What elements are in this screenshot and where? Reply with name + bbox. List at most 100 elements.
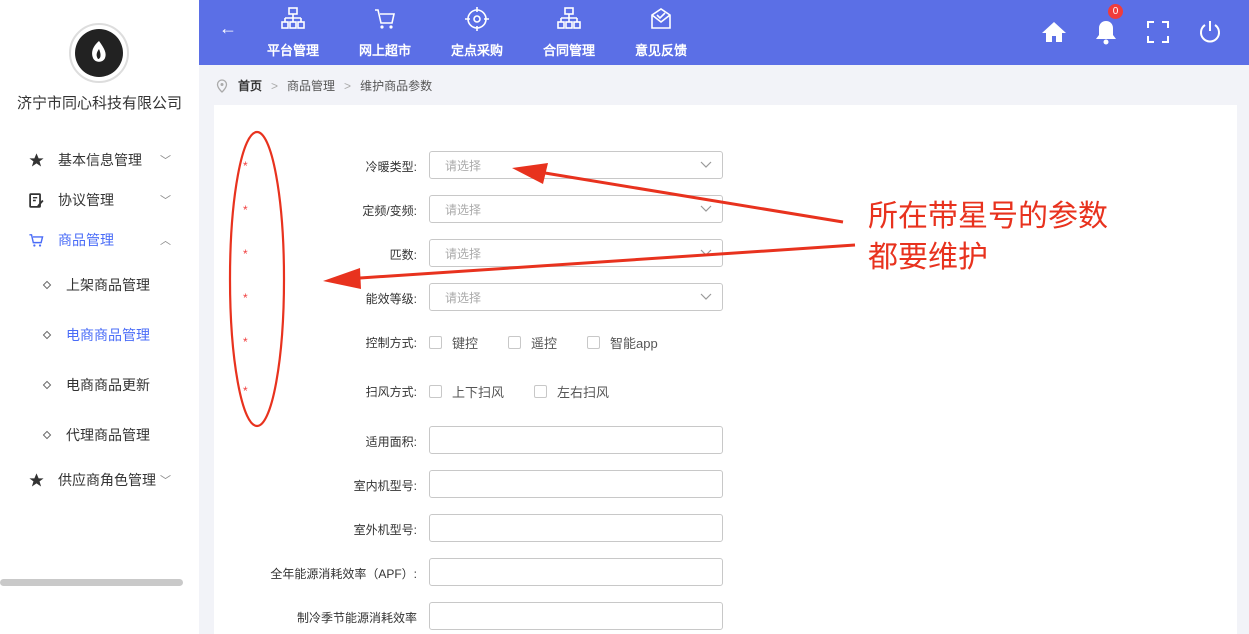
fullscreen-icon[interactable] — [1144, 18, 1172, 46]
annotation-line-2: 都要维护 — [868, 241, 988, 274]
breadcrumb-home[interactable]: 首页 — [238, 77, 262, 94]
checkbox-label: 智能app — [610, 336, 658, 351]
menu-agreement[interactable]: 协议管理 ﹀ — [0, 185, 199, 215]
sweep-mode-options: 上下扫风 左右扫风 — [429, 382, 639, 401]
sub-item-label: 电商商品更新 — [66, 377, 150, 393]
frequency-select[interactable]: 请选择 — [429, 195, 723, 223]
chevron-down-icon — [700, 161, 712, 168]
annotation-line-1: 所在带星号的参数 — [868, 200, 1108, 233]
back-arrow-icon[interactable]: ← — [219, 18, 237, 39]
home-icon[interactable] — [1040, 18, 1068, 46]
sub-item-label: 电商商品管理 — [66, 327, 150, 343]
area-input[interactable] — [429, 426, 723, 454]
form-panel: * 冷暖类型: 请选择 * 定频/变频: 请选择 * 匹数: 请选择 * 能效等… — [214, 105, 1237, 634]
nav-label: 合同管理 — [542, 43, 595, 58]
chevron-up-icon: ︿ — [160, 235, 171, 247]
checkbox-remote-control[interactable] — [508, 336, 522, 349]
breadcrumb-separator: > — [344, 78, 352, 93]
form-row-sweep-mode: * 扫风方式: 上下扫风 左右扫风 — [214, 376, 1237, 406]
field-label: 能效等级: — [365, 292, 417, 306]
required-star: * — [243, 159, 248, 173]
select-placeholder: 请选择 — [445, 158, 482, 173]
envelope-icon — [651, 8, 671, 29]
nav-label: 意见反馈 — [634, 43, 687, 58]
diamond-icon — [42, 380, 52, 390]
form-row-area: 适用面积: — [214, 426, 1237, 456]
nav-label: 定点采购 — [450, 43, 503, 58]
control-mode-options: 键控 遥控 智能app — [429, 333, 688, 352]
required-star: * — [243, 291, 248, 305]
top-navbar: ← 平台管理 网上超市 定点采购 合同管理 意见反馈 0 — [199, 0, 1249, 65]
nav-online-supermarket[interactable]: 网上超市 — [350, 6, 420, 61]
org-chart-icon — [557, 7, 581, 29]
nav-contract-management[interactable]: 合同管理 — [534, 6, 604, 61]
nav-label: 平台管理 — [266, 43, 319, 58]
field-label: 适用面积: — [365, 435, 417, 449]
shopping-cart-icon — [375, 9, 395, 29]
heating-type-select[interactable]: 请选择 — [429, 151, 723, 179]
required-star: * — [243, 203, 248, 217]
notification-bell[interactable]: 0 — [1092, 4, 1123, 46]
required-star: * — [243, 335, 248, 349]
menu-goods[interactable]: 商品管理 ︿ — [0, 225, 199, 255]
sidebar: 济宁市同心科技有限公司 基本信息管理 ﹀ 协议管理 ﹀ 商品管理 ︿ 上架商品管… — [0, 0, 199, 634]
chevron-down-icon — [700, 249, 712, 256]
apf-input[interactable] — [429, 558, 723, 586]
location-pin-icon — [216, 78, 228, 93]
sub-item-ecommerce-goods[interactable]: 电商商品管理 — [0, 320, 199, 350]
checkbox-vertical-sweep[interactable] — [429, 385, 442, 398]
star-icon — [27, 471, 45, 489]
checkbox-key-control[interactable] — [429, 336, 442, 349]
seer-input[interactable] — [429, 602, 723, 630]
diamond-icon — [42, 330, 52, 340]
checkbox-label: 左右扫风 — [557, 385, 610, 400]
field-label: 冷暖类型: — [365, 160, 417, 174]
checkbox-horizontal-sweep[interactable] — [534, 385, 548, 398]
energy-grade-select[interactable]: 请选择 — [429, 283, 723, 311]
chevron-down-icon: ﹀ — [160, 475, 171, 487]
breadcrumb-separator: > — [271, 78, 279, 93]
field-label: 扫风方式: — [365, 385, 417, 399]
chevron-down-icon: ﹀ — [160, 155, 171, 167]
chevron-down-icon — [700, 293, 712, 300]
menu-supplier-role[interactable]: 供应商角色管理 ﹀ — [0, 465, 199, 495]
nav-feedback[interactable]: 意见反馈 — [626, 6, 696, 61]
sub-item-label: 上架商品管理 — [66, 277, 150, 293]
diamond-icon — [42, 430, 52, 440]
nav-platform-management[interactable]: 平台管理 — [258, 6, 328, 61]
indoor-model-input[interactable] — [429, 470, 723, 498]
sub-item-ecommerce-update[interactable]: 电商商品更新 — [0, 370, 199, 400]
form-row-control-mode: * 控制方式: 键控 遥控 智能app — [214, 327, 1237, 357]
field-label: 室外机型号: — [353, 523, 417, 537]
horsepower-select[interactable]: 请选择 — [429, 239, 723, 267]
menu-basic-info[interactable]: 基本信息管理 ﹀ — [0, 145, 199, 175]
field-label: 匹数: — [389, 248, 417, 262]
form-row-heating-type: * 冷暖类型: 请选择 — [214, 151, 1237, 181]
form-row-indoor-model: 室内机型号: — [214, 470, 1237, 500]
outdoor-model-input[interactable] — [429, 514, 723, 542]
select-placeholder: 请选择 — [445, 290, 482, 305]
sub-item-agent-goods[interactable]: 代理商品管理 — [0, 420, 199, 450]
checkbox-label: 上下扫风 — [452, 385, 505, 400]
checkbox-smart-app[interactable] — [587, 336, 601, 349]
menu-label: 协议管理 — [58, 192, 114, 208]
company-logo — [69, 23, 129, 83]
org-chart-icon — [281, 7, 305, 29]
power-icon[interactable] — [1196, 18, 1224, 46]
edit-doc-icon — [27, 191, 45, 209]
sub-item-listed-goods[interactable]: 上架商品管理 — [0, 270, 199, 300]
menu-label: 商品管理 — [58, 232, 114, 248]
star-icon — [27, 151, 45, 169]
target-icon — [465, 7, 489, 31]
sidebar-scrollbar[interactable] — [0, 579, 183, 586]
breadcrumb: 首页 > 商品管理 > 维护商品参数 — [216, 77, 432, 94]
menu-label: 基本信息管理 — [58, 152, 142, 168]
flame-logo-icon — [92, 41, 106, 62]
field-label: 制冷季节能源消耗效率 — [296, 611, 417, 625]
form-row-apf: 全年能源消耗效率（APF）: — [214, 558, 1237, 588]
breadcrumb-goods[interactable]: 商品管理 — [287, 77, 335, 94]
select-placeholder: 请选择 — [445, 246, 482, 261]
nav-label: 网上超市 — [358, 43, 411, 58]
required-star: * — [243, 384, 248, 398]
nav-designated-purchase[interactable]: 定点采购 — [442, 6, 512, 61]
